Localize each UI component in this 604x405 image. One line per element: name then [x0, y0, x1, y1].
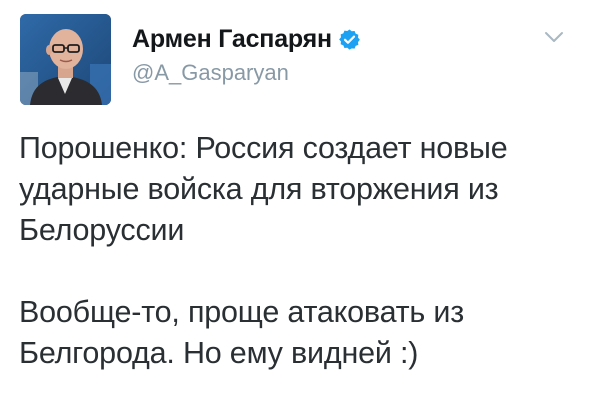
tweet-card: Армен Гаспарян @A_Gasparyan Порошенко: Р…	[0, 0, 604, 405]
user-handle[interactable]: @A_Gasparyan	[132, 58, 361, 88]
tweet-paragraph: Вообще-то, проще атаковать из Белгорода.…	[19, 295, 465, 370]
display-name[interactable]: Армен Гаспарян	[132, 22, 332, 56]
avatar-image	[20, 14, 111, 105]
display-name-row: Армен Гаспарян	[132, 22, 361, 56]
chevron-down-icon[interactable]	[543, 30, 565, 44]
tweet-header: Армен Гаспарян @A_Gasparyan	[132, 22, 361, 88]
verified-badge-icon	[338, 28, 361, 51]
avatar[interactable]	[20, 14, 111, 105]
tweet-text: Порошенко: Россия создает новые ударные …	[19, 128, 589, 374]
tweet-paragraph: Порошенко: Россия создает новые ударные …	[19, 131, 508, 247]
